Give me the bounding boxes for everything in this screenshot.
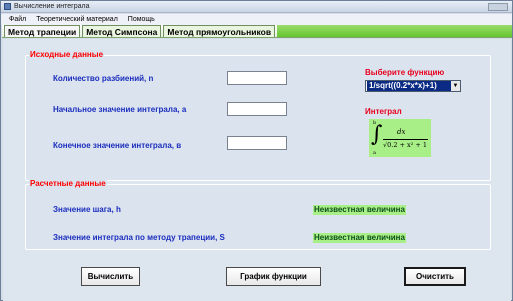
lower-bound-label: Начальное значение интеграла, a [53, 105, 187, 114]
input-group-label: Исходные данные [29, 50, 105, 59]
partitions-input[interactable] [227, 71, 287, 85]
integral-sign-icon: ∫ [371, 122, 383, 147]
tab-strip: Метод трапеции Метод Симпсона Метод прям… [2, 25, 512, 38]
integral-result-label: Значение интеграла по методу трапеции, S [53, 233, 225, 242]
step-value: Неизвестная величина [313, 205, 406, 215]
integral-result-value: Неизвестная величина [313, 233, 406, 243]
upper-bound-input[interactable] [227, 136, 287, 150]
lower-bound-input[interactable] [227, 102, 287, 116]
formula-fraction-bar [383, 139, 428, 140]
plot-function-button[interactable]: График функции [226, 267, 321, 286]
formula-denominator: √0.2 + x² + 1 [383, 141, 428, 149]
formula-numerator: dx [397, 128, 406, 136]
tab-trapezoid[interactable]: Метод трапеции [4, 25, 81, 37]
menu-bar: Файл Теоретический материал Помощь [1, 14, 512, 25]
menu-theory[interactable]: Теоретический материал [34, 16, 120, 23]
function-select[interactable]: 1/sqrt((0.2*x*x)+1) ▼ [365, 80, 461, 92]
calculate-button[interactable]: Вычислить [81, 267, 140, 286]
results-group-label: Расчетные данные [29, 179, 107, 188]
chevron-down-icon[interactable]: ▼ [451, 81, 460, 91]
app-window: Вычисление интеграла Файл Теоретический … [0, 0, 513, 301]
window-controls[interactable] [488, 3, 508, 11]
title-bar: Вычисление интеграла [1, 1, 512, 13]
app-icon [4, 3, 11, 10]
partitions-label: Количество разбиений, n [53, 74, 154, 83]
window-title: Вычисление интеграла [14, 3, 90, 10]
function-select-label: Выберите функцию [365, 68, 445, 77]
tab-simpson[interactable]: Метод Симпсона [82, 25, 162, 37]
integral-formula: b ∫ a dx √0.2 + x² + 1 [369, 119, 431, 157]
step-label: Значение шага, h [53, 205, 121, 214]
tab-panel: Исходные данные Количество разбиений, n … [3, 39, 511, 301]
upper-bound-label: Конечное значение интеграла, в [53, 141, 182, 150]
integral-label: Интеграл [365, 107, 402, 116]
tab-strip-fill [277, 25, 512, 37]
tab-rectangles[interactable]: Метод прямоугольников [163, 25, 276, 37]
function-select-value: 1/sqrt((0.2*x*x)+1) [367, 81, 451, 91]
menu-help[interactable]: Помощь [126, 16, 157, 23]
formula-lower-limit: a [373, 150, 376, 156]
menu-file[interactable]: Файл [7, 16, 28, 23]
clear-button[interactable]: Очистить [404, 267, 466, 286]
